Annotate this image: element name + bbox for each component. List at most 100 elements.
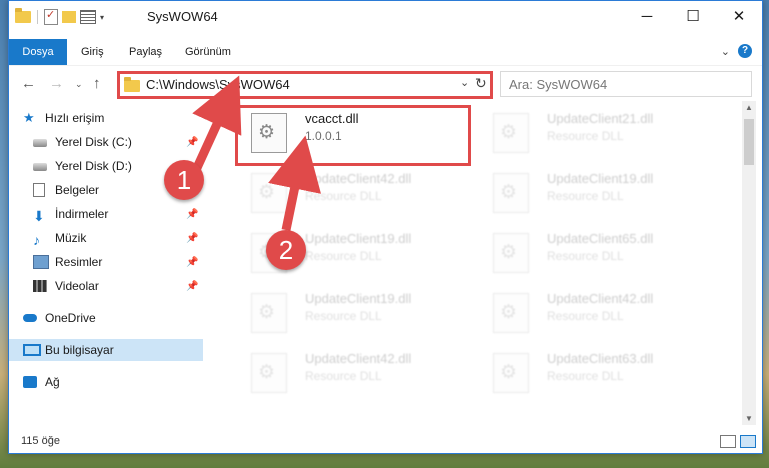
file-tile[interactable]: UpdateClient42.dll Resource DLL [475, 287, 715, 343]
folder-icon [124, 77, 140, 92]
address-path[interactable]: C:\Windows\SysWOW64 [146, 77, 290, 92]
downloads-icon: ⬇ [33, 208, 45, 224]
file-name: UpdateClient63.dll [547, 351, 654, 366]
annotation-badge-1: 1 [164, 160, 204, 200]
file-type: Resource DLL [547, 249, 624, 263]
file-type: Resource DLL [305, 189, 382, 203]
file-type: Resource DLL [305, 309, 382, 323]
nav-label: Müzik [55, 231, 87, 245]
view-toggle-icon[interactable] [80, 10, 96, 24]
folder-icon [15, 8, 31, 23]
nav-label: Yerel Disk (D:) [55, 159, 132, 173]
new-folder-icon[interactable] [62, 11, 76, 23]
tab-view[interactable]: Görünüm [175, 39, 241, 65]
dll-file-icon [251, 353, 287, 393]
tab-home[interactable]: Giriş [71, 39, 114, 65]
up-icon[interactable]: ↑ [93, 75, 101, 92]
dll-file-icon [493, 353, 529, 393]
videos-icon [33, 280, 47, 292]
dll-file-icon [251, 293, 287, 333]
nav-label: İndirmeler [55, 207, 109, 221]
pin-icon[interactable]: 📌 [186, 257, 198, 268]
nav-item-onedrive[interactable]: OneDrive [9, 307, 203, 329]
nav-item-network[interactable]: Ağ [9, 371, 203, 393]
nav-label: Yerel Disk (C:) [55, 135, 132, 149]
nav-item-music[interactable]: ♪ Müzik 📌 [9, 227, 203, 249]
pictures-icon [33, 255, 49, 269]
star-icon: ★ [23, 110, 35, 125]
address-bar[interactable]: C:\Windows\SysWOW64 ⌄ ↻ [117, 71, 493, 99]
file-tile[interactable]: UpdateClient63.dll Resource DLL [475, 347, 715, 403]
recent-locations-icon[interactable]: ⌄ [75, 79, 83, 90]
file-tile[interactable]: UpdateClient19.dll Resource DLL [233, 287, 473, 343]
file-name: UpdateClient21.dll [547, 111, 654, 126]
large-icons-view-icon[interactable] [740, 435, 756, 448]
nav-quick-access[interactable]: ★ Hızlı erişim [9, 107, 203, 129]
address-row: ← → ⌄ ↑ C:\Windows\SysWOW64 ⌄ ↻ Ara: Sys… [9, 65, 762, 100]
documents-icon [33, 183, 45, 197]
properties-icon[interactable] [44, 8, 58, 25]
back-icon[interactable]: ← [21, 75, 36, 92]
nav-label: Resimler [55, 255, 103, 269]
pin-icon[interactable]: 📌 [186, 233, 198, 244]
nav-item-videos[interactable]: Videolar 📌 [9, 275, 203, 297]
window-title: SysWOW64 [147, 9, 218, 24]
dll-file-icon [493, 113, 529, 153]
file-name: UpdateClient19.dll [547, 171, 654, 186]
vertical-scrollbar[interactable]: ▲ ▼ [742, 101, 756, 425]
file-tile[interactable]: UpdateClient42.dll Resource DLL [233, 347, 473, 403]
file-type: Resource DLL [547, 189, 624, 203]
file-type: Resource DLL [547, 129, 624, 143]
forward-icon[interactable]: → [49, 75, 64, 92]
details-view-icon[interactable] [720, 435, 736, 448]
scroll-up-icon[interactable]: ▲ [745, 103, 753, 112]
scroll-down-icon[interactable]: ▼ [745, 414, 753, 423]
dll-file-icon [251, 173, 287, 213]
pin-icon[interactable]: 📌 [186, 281, 198, 292]
pin-icon[interactable]: 📌 [186, 137, 198, 148]
nav-item-pictures[interactable]: Resimler 📌 [9, 251, 203, 273]
maximize-button[interactable]: ☐ [670, 1, 716, 31]
nav-item-downloads[interactable]: ⬇ İndirmeler 📌 [9, 203, 203, 225]
drive-icon [33, 163, 47, 171]
file-tile[interactable]: UpdateClient19.dll Resource DLL [475, 167, 715, 223]
status-item-count: 115 öğe [21, 435, 60, 447]
chevron-down-icon[interactable]: ⌄ [460, 76, 469, 89]
file-type: Resource DLL [305, 249, 382, 263]
computer-icon [23, 344, 41, 356]
file-name: UpdateClient42.dll [305, 351, 412, 366]
dll-file-icon [493, 293, 529, 333]
nav-item-local-disk-c[interactable]: Yerel Disk (C:) 📌 [9, 131, 203, 153]
file-type: Resource DLL [305, 369, 382, 383]
expand-ribbon-icon[interactable]: ⌄ [721, 45, 730, 58]
refresh-icon[interactable]: ↻ [475, 75, 487, 92]
file-type: Resource DLL [547, 309, 624, 323]
file-name: UpdateClient65.dll [547, 231, 654, 246]
file-type: Resource DLL [547, 369, 624, 383]
pin-icon[interactable]: 📌 [186, 209, 198, 220]
dll-file-icon [493, 233, 529, 273]
file-tile[interactable]: UpdateClient42.dll Resource DLL [233, 167, 473, 223]
file-name: UpdateClient19.dll [305, 231, 412, 246]
help-icon[interactable]: ? [738, 44, 752, 58]
cloud-icon [23, 314, 37, 322]
customize-toolbar-icon[interactable]: ▾ [100, 13, 104, 22]
nav-label: Belgeler [55, 183, 100, 197]
tab-file[interactable]: Dosya [9, 39, 67, 65]
title-bar: ▾ SysWOW64 ─ ☐ ✕ [9, 1, 762, 33]
file-tile[interactable]: UpdateClient65.dll Resource DLL [475, 227, 715, 283]
scrollbar-thumb[interactable] [744, 119, 754, 165]
music-icon: ♪ [33, 232, 40, 248]
file-name: UpdateClient19.dll [305, 291, 412, 306]
search-box[interactable]: Ara: SysWOW64 [500, 71, 752, 97]
network-icon [23, 376, 37, 388]
search-input[interactable]: Ara: SysWOW64 [509, 77, 607, 92]
tab-share[interactable]: Paylaş [119, 39, 172, 65]
close-button[interactable]: ✕ [716, 1, 762, 31]
minimize-button[interactable]: ─ [624, 1, 670, 31]
nav-item-this-pc[interactable]: Bu bilgisayar [9, 339, 203, 361]
file-tile[interactable]: UpdateClient21.dll Resource DLL [475, 107, 715, 163]
nav-label: Ağ [45, 375, 60, 389]
nav-label: OneDrive [45, 311, 96, 325]
nav-label: Bu bilgisayar [45, 343, 114, 357]
